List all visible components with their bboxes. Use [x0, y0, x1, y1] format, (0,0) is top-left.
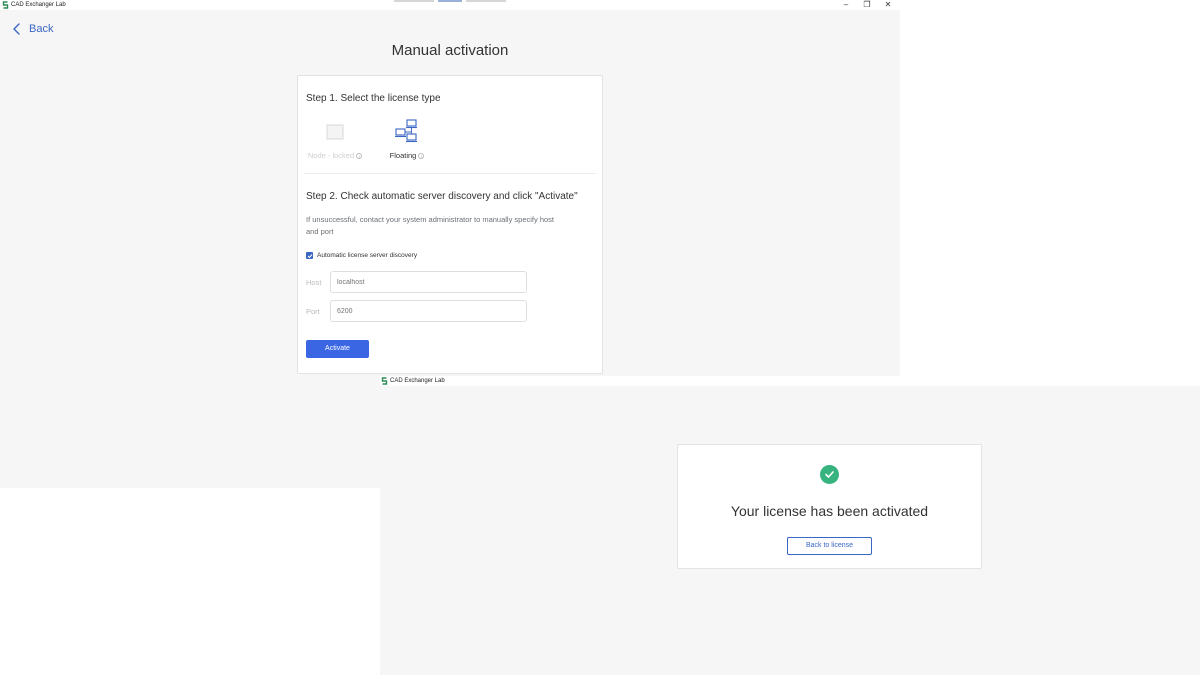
title-bar: CAD Exchanger Lab – ❐ ✕	[0, 0, 900, 10]
activation-card: Step 1. Select the license type Node - l…	[297, 75, 603, 374]
license-type-node-locked[interactable]: Node - locked i	[300, 117, 370, 160]
restore-button[interactable]: ❐	[857, 0, 877, 10]
port-label: Port	[306, 307, 320, 316]
activate-button[interactable]: Activate	[306, 340, 369, 358]
activation-success-window: CAD Exchanger Lab Your license has been …	[380, 376, 1200, 675]
step2-heading: Step 2. Check automatic server discovery…	[306, 191, 578, 202]
license-type-floating[interactable]: Floating i	[372, 117, 442, 160]
step1-heading: Step 1. Select the license type	[306, 93, 441, 104]
app-logo-icon	[381, 377, 388, 385]
host-input[interactable]	[330, 271, 527, 293]
auto-discovery-checkbox[interactable]	[306, 252, 313, 259]
app-title: CAD Exchanger Lab	[11, 2, 66, 8]
titlebar-tab-active[interactable]	[438, 0, 462, 2]
page-title: Manual activation	[391, 42, 509, 59]
app-logo-icon	[2, 1, 9, 9]
success-card: Your license has been activated Back to …	[677, 444, 982, 569]
app-title: CAD Exchanger Lab	[390, 378, 445, 384]
back-label: Back	[29, 23, 54, 35]
background-region	[0, 376, 380, 488]
info-icon[interactable]: i	[418, 153, 425, 160]
back-button[interactable]: Back	[11, 21, 53, 37]
back-to-license-button[interactable]: Back to license	[787, 537, 872, 555]
checkmark-icon	[307, 253, 312, 258]
port-input[interactable]	[330, 300, 527, 322]
checkmark-icon	[825, 471, 834, 478]
divider	[304, 173, 596, 174]
auto-discovery-label: Automatic license server discovery	[317, 252, 418, 259]
info-icon[interactable]: i	[356, 153, 363, 160]
step2-hint: If unsuccessful, contact your system adm…	[306, 215, 555, 236]
success-message: Your license has been activated	[730, 503, 929, 519]
host-label: Host	[306, 278, 322, 287]
floating-network-icon	[395, 119, 417, 143]
success-check-icon	[820, 465, 839, 484]
titlebar-tab[interactable]	[394, 0, 434, 2]
title-bar: CAD Exchanger Lab	[380, 376, 1200, 386]
auto-discovery-row[interactable]: Automatic license server discovery	[306, 252, 417, 259]
license-type-label: Node - locked	[307, 151, 355, 160]
close-button[interactable]: ✕	[878, 0, 898, 10]
manual-activation-window: CAD Exchanger Lab – ❐ ✕ Back Manual acti…	[0, 0, 900, 376]
titlebar-tab[interactable]	[466, 0, 506, 2]
chevron-left-icon	[13, 23, 20, 35]
node-locked-icon	[326, 124, 344, 140]
minimize-button[interactable]: –	[836, 0, 856, 10]
license-type-label: Floating	[389, 151, 417, 160]
